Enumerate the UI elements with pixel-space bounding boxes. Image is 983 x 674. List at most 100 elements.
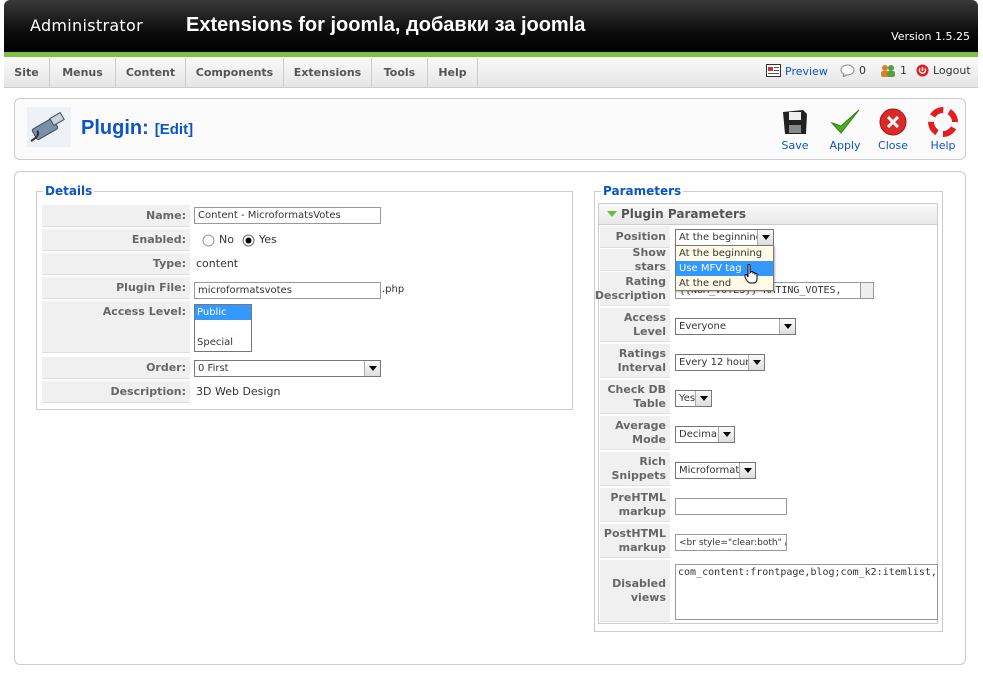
menu-menus[interactable]: Menus [50,58,116,88]
ratings-interval-value: Every 12 hours [679,357,755,368]
disabled-views-textarea[interactable]: com_content:frontpage,blog;com_k2:itemli… [675,564,938,620]
details-legend: Details [45,184,93,198]
order-value: 0 First [198,363,229,374]
rich-snippets-select[interactable]: Microformats [675,462,756,479]
messages-status[interactable]: 0 [840,64,866,77]
access-option-public[interactable]: Public [195,305,251,320]
menu-content[interactable]: Content [116,58,186,88]
enabled-no-radio[interactable] [202,234,215,247]
help-button[interactable]: Help [917,107,969,152]
param-access-level-label: Access Level [600,308,670,342]
param-access-level-value: Everyone [679,321,727,332]
site-title: Extensions for joomla, добавки за joomla [186,14,586,36]
plugin-parameters-header[interactable]: Plugin Parameters [599,204,937,225]
users-status[interactable]: 1 [880,64,907,77]
name-field[interactable]: Content - MicroformatsVotes [194,207,381,224]
apply-button[interactable]: Apply [819,107,871,152]
plugin-icon [27,107,71,147]
average-mode-value: Decimal [679,429,720,440]
plugin-file-label: Plugin File: [42,277,190,299]
type-label: Type: [42,253,190,275]
preview-link[interactable]: Preview [766,64,828,78]
plugin-parameters-title: Plugin Parameters [621,207,747,221]
chevron-down-icon [718,427,734,442]
chevron-down-icon [739,463,755,478]
disabled-views-label: Disabled views [600,560,670,622]
chevron-down-icon [364,361,380,376]
users-count: 1 [900,64,907,77]
param-access-level-select[interactable]: Everyone [675,318,796,335]
enabled-yes-radio[interactable] [242,234,255,247]
enabled-label: Enabled: [42,229,190,251]
menu-extensions[interactable]: Extensions [284,58,372,88]
chevron-down-icon [757,230,773,245]
menu-site[interactable]: Site [4,58,50,88]
name-label: Name: [42,205,190,227]
admin-header: Administrator Extensions for joomla, доб… [4,0,978,52]
type-row: Type: content [42,253,562,275]
header-accent-bar [4,52,978,57]
page-subtitle: [Edit] [154,121,194,138]
scroll-arrows-icon[interactable] [861,282,874,299]
average-mode-select[interactable]: Decimal [675,426,735,443]
posthtml-markup-label: PostHTML markup [600,524,670,558]
position-option-end[interactable]: At the end [676,276,773,291]
rich-snippets-value: Microformats [679,465,745,476]
message-icon [840,64,855,77]
type-value: content [196,257,239,270]
preview-label: Preview [785,64,828,78]
access-level-listbox[interactable]: Public Registered Special [194,304,252,352]
posthtml-markup-field[interactable]: <br style="clear:both" /> [675,534,787,551]
ratings-interval-select[interactable]: Every 12 hours [675,354,765,371]
check-db-table-select[interactable]: Yes [675,390,712,407]
menu-components[interactable]: Components [186,58,284,88]
chevron-down-icon [695,391,711,406]
plugin-file-field[interactable]: microformatsvotes [194,281,381,299]
apply-label: Apply [829,139,861,152]
position-option-mfv-tag[interactable]: Use MFV tag [676,261,773,276]
order-select[interactable]: 0 First [194,360,381,377]
position-dropdown-list: At the beginning Use MFV tag At the end [675,245,774,291]
logout-link[interactable]: Logout [916,64,971,77]
enabled-yes-label: Yes [258,233,277,246]
close-button[interactable]: Close [867,107,919,152]
menu-help[interactable]: Help [428,58,478,88]
lifebuoy-icon [928,107,958,137]
triangle-down-icon [607,211,617,217]
users-icon [881,65,895,77]
close-label: Close [878,139,908,152]
messages-count: 0 [859,64,866,77]
save-button[interactable]: Save [769,107,821,152]
description-label: Description: [42,381,190,403]
prehtml-markup-field[interactable] [675,498,787,515]
prehtml-markup-label: PreHTML markup [600,488,670,522]
order-label: Order: [42,357,190,379]
rating-description-label: Rating Description [595,272,670,306]
chevron-down-icon [748,355,764,370]
admin-label: Administrator [30,16,143,35]
ratings-interval-label: Ratings Interval [600,344,670,378]
order-row: Order: 0 First [42,357,562,379]
close-icon [879,108,907,136]
preview-icon [766,64,781,77]
name-row: Name: Content - MicroformatsVotes [42,205,562,227]
access-level-label: Access Level: [42,301,190,353]
plugin-file-ext: .php [382,284,405,295]
show-stars-label: Show stars [600,246,670,273]
check-db-table-label: Check DB Table [600,380,670,414]
access-option-special[interactable]: Special [195,335,251,350]
hand-cursor-icon [744,264,758,284]
parameters-legend: Parameters [603,184,682,198]
help-label: Help [930,139,956,152]
position-select[interactable]: At the beginning [675,229,774,246]
average-mode-label: Average Mode [600,416,670,450]
plugin-file-row: Plugin File: microformatsvotes .php [42,277,562,299]
access-level-row: Access Level: Public Registered Special [42,301,562,353]
menu-tools[interactable]: Tools [372,58,428,88]
position-option-beginning[interactable]: At the beginning [676,246,773,261]
logout-icon [916,64,929,77]
floppy-disk-icon [783,110,807,134]
version-label: Version 1.5.25 [891,30,970,43]
access-option-registered[interactable]: Registered [195,320,251,335]
enabled-no-label: No [219,233,234,246]
